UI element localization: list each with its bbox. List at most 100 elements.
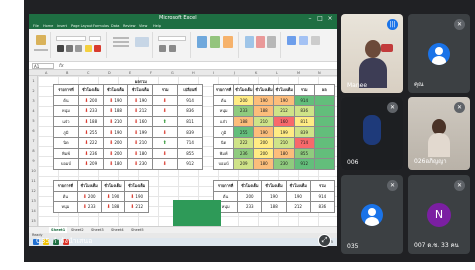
score-cell[interactable]: 160: [273, 115, 295, 128]
result-cell[interactable]: [313, 126, 336, 138]
score-cell[interactable]: ⬇199: [127, 126, 154, 138]
result-cell[interactable]: 914: [177, 94, 203, 107]
name-cell[interactable]: ภูมิ: [212, 126, 235, 138]
column-header-cell[interactable]: รวม: [152, 84, 179, 96]
minimize-icon[interactable]: –: [305, 15, 315, 22]
result-cell[interactable]: 839: [177, 126, 203, 138]
participant-tile-5[interactable]: ✕ 035: [341, 175, 403, 254]
row-header[interactable]: 3: [29, 96, 38, 106]
score-cell[interactable]: 212: [273, 105, 295, 117]
score-cell[interactable]: 233: [233, 105, 255, 117]
percent-icon[interactable]: [159, 45, 166, 52]
column-header-cell[interactable]: รายการที่: [212, 180, 239, 192]
score-cell[interactable]: 190: [253, 94, 275, 107]
score-cell[interactable]: ⬇230: [127, 158, 154, 170]
maximize-icon[interactable]: □: [315, 15, 325, 22]
total-cell[interactable]: 855: [293, 147, 315, 160]
result-cell[interactable]: [313, 115, 336, 128]
total-cell[interactable]: 912: [293, 158, 315, 170]
score-cell[interactable]: 180: [273, 147, 295, 160]
column-header-cell[interactable]: ชั่วโมงเต็ม: [127, 84, 154, 96]
name-cell[interactable]: นิด: [212, 136, 235, 149]
score-cell[interactable]: ⬇190: [124, 190, 149, 203]
italic-icon[interactable]: [66, 45, 73, 52]
row-header[interactable]: 12: [29, 186, 38, 196]
score-cell[interactable]: ⬇188: [102, 105, 129, 117]
format-as-table-icon[interactable]: [210, 36, 220, 48]
total-cell[interactable]: 914: [309, 190, 336, 203]
participant-tile-2[interactable]: ✕ คุณ: [408, 14, 470, 93]
column-header-cell[interactable]: เปลี่ยนที่: [177, 84, 203, 96]
total-cell[interactable]: 811: [293, 115, 315, 128]
total-cell[interactable]: 914: [293, 94, 315, 107]
column-header-cell[interactable]: ชั่วโมงเต็ม: [285, 180, 311, 192]
score-cell[interactable]: ⬇210: [127, 136, 154, 149]
score-cell[interactable]: 188: [261, 201, 287, 213]
total-cell[interactable]: ⬇: [152, 126, 179, 138]
score-cell[interactable]: 210: [273, 136, 295, 149]
participant-tile-3[interactable]: ✕ 006: [341, 97, 403, 170]
result-cell[interactable]: [313, 105, 336, 117]
participant-tile-6[interactable]: N ✕ 007 ด.ช. 33 คน: [408, 175, 470, 254]
score-cell[interactable]: ⬇200: [77, 94, 104, 107]
column-header-cell[interactable]: รายการที่: [53, 180, 78, 192]
name-cell[interactable]: พิมพ์: [53, 147, 79, 160]
score-cell[interactable]: 180: [253, 158, 275, 170]
total-cell[interactable]: ⬆: [152, 136, 179, 149]
name-cell[interactable]: หนุ่ม: [53, 201, 78, 213]
shared-screen[interactable]: Microsoft Excel – □ × File Home Insert P…: [29, 14, 337, 246]
column-header-cell[interactable]: ชั่วโมงเต็ม: [124, 180, 149, 192]
score-cell[interactable]: 236: [233, 147, 255, 160]
result-cell[interactable]: 811: [177, 115, 203, 128]
score-cell[interactable]: 200: [253, 136, 275, 149]
score-cell[interactable]: ⬇160: [127, 115, 154, 128]
score-cell[interactable]: ⬇233: [76, 201, 102, 213]
delete-cells-icon[interactable]: [256, 36, 265, 48]
score-cell[interactable]: 199: [273, 126, 295, 138]
row-header[interactable]: 1: [29, 76, 38, 86]
name-cell[interactable]: ต้น: [53, 190, 78, 203]
score-cell[interactable]: 200: [253, 147, 275, 160]
column-header-cell[interactable]: ชั่วโมงเต็ม: [261, 180, 287, 192]
name-cell[interactable]: บอมบ์: [212, 158, 235, 170]
score-cell[interactable]: 188: [233, 115, 255, 128]
name-cell[interactable]: ต้น: [53, 94, 79, 107]
sort-filter-icon[interactable]: [299, 36, 308, 45]
find-select-icon[interactable]: [311, 36, 320, 45]
score-cell[interactable]: 209: [233, 158, 255, 170]
result-cell[interactable]: 912: [177, 158, 203, 170]
row-header[interactable]: 14: [29, 206, 38, 216]
name-cell[interactable]: หนุ่ม: [53, 105, 79, 117]
cell-styles-icon[interactable]: [223, 36, 233, 48]
total-cell[interactable]: 839: [293, 126, 315, 138]
score-cell[interactable]: 190: [253, 126, 275, 138]
participant-tile-1[interactable]: ||| Manee: [341, 14, 403, 93]
score-cell[interactable]: 255: [233, 126, 255, 138]
format-cells-icon[interactable]: [267, 36, 276, 48]
row-header[interactable]: 8: [29, 146, 38, 156]
score-cell[interactable]: ⬇200: [76, 190, 102, 203]
fill-color-icon[interactable]: [85, 45, 92, 52]
result-cell[interactable]: 836: [177, 105, 203, 117]
row-header[interactable]: 4: [29, 106, 38, 116]
column-header-cell[interactable]: ชั่วโมงเต็ม: [233, 84, 255, 96]
score-cell[interactable]: 212: [285, 201, 311, 213]
score-cell[interactable]: ⬇188: [100, 201, 126, 213]
name-cell[interactable]: แจ๋ว: [53, 115, 79, 128]
formula-fx-icon[interactable]: fx: [59, 62, 64, 70]
row-header[interactable]: 10: [29, 166, 38, 176]
score-cell[interactable]: 233: [237, 201, 263, 213]
row-header[interactable]: 6: [29, 126, 38, 136]
column-header-cell[interactable]: ชั่วโมงเต็ม: [273, 84, 295, 96]
total-cell[interactable]: 836: [293, 105, 315, 117]
total-cell[interactable]: 836: [309, 201, 336, 213]
name-box[interactable]: A1: [32, 63, 54, 69]
row-header[interactable]: 13: [29, 196, 38, 206]
score-cell[interactable]: ⬇236: [77, 147, 104, 160]
score-cell[interactable]: ⬇190: [100, 190, 126, 203]
column-header-cell[interactable]: ชั่วโมงเต็ม: [76, 180, 102, 192]
score-cell[interactable]: ⬇180: [102, 158, 129, 170]
column-header-cell[interactable]: รายการที่: [212, 84, 235, 96]
name-cell[interactable]: แจ๋ว: [212, 115, 235, 128]
score-cell[interactable]: ⬇180: [127, 147, 154, 160]
